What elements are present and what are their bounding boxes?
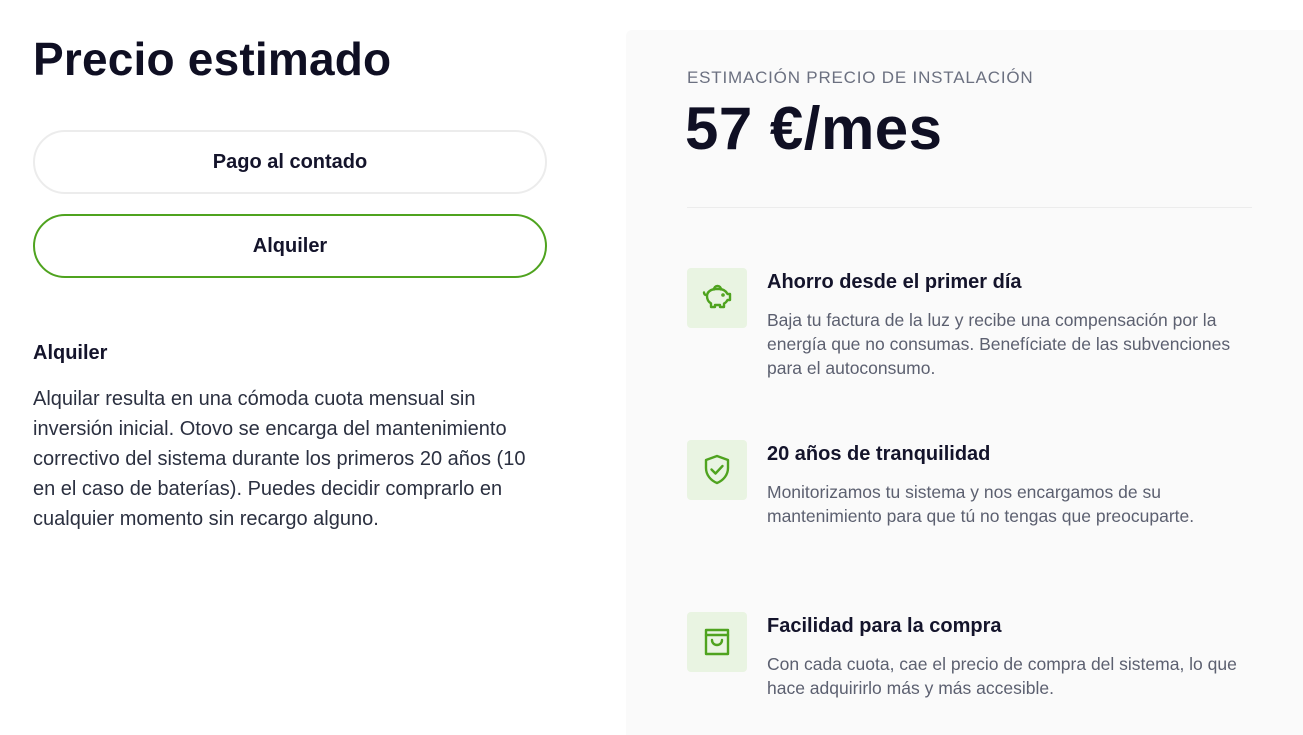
feature-peace-of-mind-description: Monitorizamos tu sistema y nos encargamo… xyxy=(767,482,1195,526)
estimate-price: 57 €/mes xyxy=(685,95,943,162)
page: Precio estimado Pago al contado Alquiler… xyxy=(0,0,1303,735)
piggy-bank-icon xyxy=(687,268,747,328)
estimate-label: ESTIMACIÓN PRECIO DE INSTALACIÓN xyxy=(687,68,1034,87)
details-title: Alquiler xyxy=(33,342,108,364)
estimate-panel: ESTIMACIÓN PRECIO DE INSTALACIÓN 57 €/me… xyxy=(626,30,1303,735)
shield-check-icon xyxy=(687,440,747,500)
shopping-bag-icon xyxy=(687,612,747,672)
feature-savings-title: Ahorro desde el primer día xyxy=(767,271,1022,293)
cash-payment-label: Pago al contado xyxy=(212,150,368,173)
rent-payment-button[interactable]: Alquiler xyxy=(33,214,547,278)
rent-payment-label: Alquiler xyxy=(252,234,328,257)
details-body: Alquilar resulta en una cómoda cuota men… xyxy=(33,388,526,530)
feature-easy-purchase-description: Con cada cuota, cae el precio de compra … xyxy=(767,654,1237,698)
divider xyxy=(687,207,1252,208)
cash-payment-button[interactable]: Pago al contado xyxy=(33,130,547,194)
feature-savings-description: Baja tu factura de la luz y recibe una c… xyxy=(767,310,1231,378)
feature-peace-of-mind-title: 20 años de tranquilidad xyxy=(767,443,991,465)
page-title: Precio estimado xyxy=(33,33,392,85)
feature-easy-purchase-title: Facilidad para la compra xyxy=(767,615,1002,637)
